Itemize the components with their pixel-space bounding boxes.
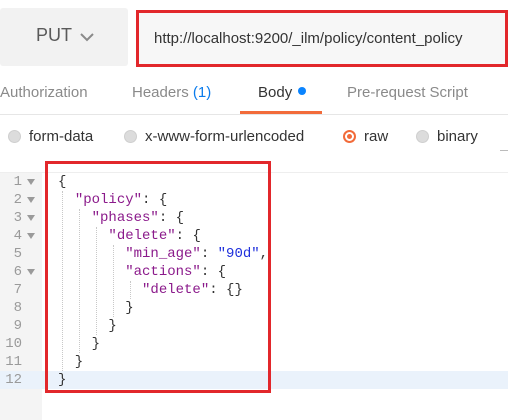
code-text: "phases": { <box>91 210 185 226</box>
request-tabs: Authorization Headers (1) Body Pre-reque… <box>0 72 508 115</box>
headers-count-badge: (1) <box>192 84 212 101</box>
radio-unchecked-icon <box>416 130 429 143</box>
code-text: } <box>58 318 117 334</box>
method-label: PUT <box>36 25 72 45</box>
truncated-option-dash <box>500 150 508 151</box>
code-line: 4 "delete": { <box>0 227 508 245</box>
code-line: 11 } <box>0 353 508 371</box>
tab-pre-request-script[interactable]: Pre-request Script <box>347 84 468 101</box>
code-line: 8 } <box>0 299 508 317</box>
tab-label: Headers <box>132 84 189 101</box>
line-number: 8 <box>13 300 22 316</box>
request-bar: PUT http://localhost:9200/_ilm/policy/co… <box>0 0 508 70</box>
line-number: 4 <box>13 228 22 244</box>
radio-label: binary <box>437 128 478 145</box>
caret-down-icon[interactable] <box>26 195 36 205</box>
code-line: 1 { <box>0 173 508 191</box>
code-text: { <box>58 174 67 190</box>
code-line: 6 "actions": { <box>0 263 508 281</box>
code-text: "policy": { <box>74 192 168 208</box>
caret-down-icon[interactable] <box>26 231 36 241</box>
line-number: 7 <box>13 282 22 298</box>
code-line: 7 "delete": {} <box>0 281 508 299</box>
chevron-down-icon <box>80 33 94 42</box>
caret-down-icon[interactable] <box>26 267 36 277</box>
code-line-active: 12 } <box>0 371 508 389</box>
active-tab-underline <box>240 111 322 114</box>
radio-unchecked-icon <box>124 130 137 143</box>
body-type-options: form-data x-www-form-urlencoded raw bina… <box>0 116 508 166</box>
radio-label: x-www-form-urlencoded <box>145 128 305 145</box>
tab-label: Body <box>258 84 293 101</box>
line-number: 5 <box>13 246 22 262</box>
code-text: "min_age": "90d", <box>125 246 269 262</box>
line-number: 1 <box>13 174 22 190</box>
code-text: } <box>58 372 67 388</box>
code-text: "delete": {} <box>142 282 243 298</box>
radio-form-data[interactable]: form-data <box>8 128 93 145</box>
radio-checked-icon <box>343 130 356 143</box>
line-number: 3 <box>13 210 22 226</box>
indent-guide <box>62 191 63 371</box>
code-text: "actions": { <box>125 264 227 280</box>
line-number: 12 <box>5 372 22 388</box>
code-line: 2 "policy": { <box>0 191 508 209</box>
line-number: 10 <box>5 336 22 352</box>
line-number: 6 <box>13 264 22 280</box>
code-line: 10 } <box>0 335 508 353</box>
line-number: 11 <box>5 354 22 370</box>
method-dropdown[interactable]: PUT <box>0 8 128 66</box>
url-input[interactable]: http://localhost:9200/_ilm/policy/conten… <box>138 12 506 65</box>
line-number: 2 <box>13 192 22 208</box>
tab-headers[interactable]: Headers (1) <box>132 84 211 101</box>
code-editor[interactable]: 1 { 2 "policy": { 3 "phases": { 4 "delet… <box>0 172 508 420</box>
indent-guide <box>96 227 97 335</box>
tab-label: Pre-request Script <box>347 84 468 101</box>
tab-authorization[interactable]: Authorization <box>0 84 88 101</box>
code-line: 5 "min_age": "90d", <box>0 245 508 263</box>
url-text: http://localhost:9200/_ilm/policy/conten… <box>154 30 463 47</box>
radio-x-www-form-urlencoded[interactable]: x-www-form-urlencoded <box>124 128 304 145</box>
modified-dot-icon <box>298 87 307 95</box>
radio-unchecked-icon <box>8 130 21 143</box>
radio-label: form-data <box>29 128 94 145</box>
tab-label: Authorization <box>0 84 88 101</box>
line-number: 9 <box>13 318 22 334</box>
indent-guide <box>113 245 114 317</box>
indent-guide <box>79 209 80 353</box>
indent-guide <box>130 281 131 299</box>
caret-down-icon[interactable] <box>26 213 36 223</box>
radio-label: raw <box>364 128 389 145</box>
caret-down-icon[interactable] <box>26 177 36 187</box>
radio-raw[interactable]: raw <box>343 128 388 145</box>
tab-body[interactable]: Body <box>258 84 307 101</box>
code-line: 9 } <box>0 317 508 335</box>
radio-binary[interactable]: binary <box>416 128 478 145</box>
code-line: 3 "phases": { <box>0 209 508 227</box>
